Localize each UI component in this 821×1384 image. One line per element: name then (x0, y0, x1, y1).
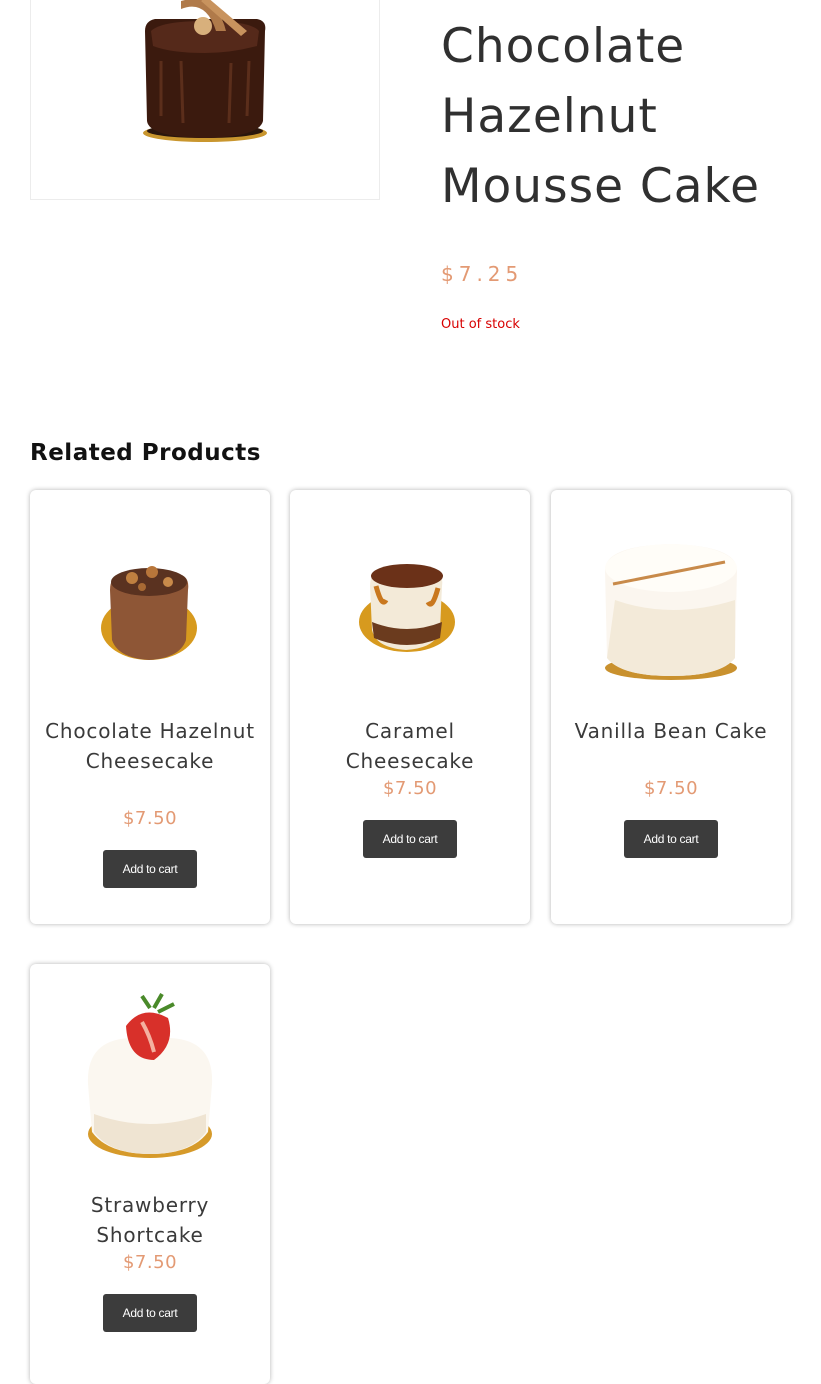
caramel-cheesecake-image (359, 564, 455, 652)
product-title: Chocolate Hazelnut Mousse Cake (441, 19, 761, 214)
add-to-cart-button[interactable]: Add to cart (103, 1294, 197, 1332)
card-product-price: $7.50 (122, 808, 178, 829)
product-main-image[interactable] (30, 0, 380, 200)
related-product-card[interactable]: Chocolate Hazelnut Cheesecake $7.50 Add … (30, 490, 270, 924)
chocolate-hazelnut-cheesecake-image (101, 566, 197, 660)
card-product-price: $7.50 (643, 778, 699, 799)
related-product-card[interactable]: Caramel Cheesecake $7.50 Add to cart (290, 490, 530, 924)
strawberry-shortcake-image (87, 993, 213, 1158)
related-product-card[interactable]: Vanilla Bean Cake $7.50 Add to cart (551, 490, 791, 924)
card-product-name[interactable]: Chocolate Hazelnut Cheesecake (40, 716, 260, 776)
related-products-heading: Related Products (30, 440, 261, 466)
add-to-cart-button[interactable]: Add to cart (624, 820, 718, 858)
card-product-price: $7.50 (122, 1252, 178, 1273)
add-to-cart-button[interactable]: Add to cart (103, 850, 197, 888)
mousse-cake-image (143, 0, 267, 142)
card-product-price: $7.50 (382, 778, 438, 799)
card-product-name[interactable]: Vanilla Bean Cake (561, 716, 781, 746)
card-product-name[interactable]: Strawberry Shortcake (40, 1190, 260, 1250)
stock-status: Out of stock (441, 317, 520, 332)
product-price: $7.25 (441, 262, 524, 286)
card-product-name[interactable]: Caramel Cheesecake (300, 716, 520, 776)
vanilla-bean-cake-image (605, 544, 737, 680)
related-product-card[interactable]: Strawberry Shortcake $7.50 Add to cart (30, 964, 270, 1384)
add-to-cart-button[interactable]: Add to cart (363, 820, 457, 858)
